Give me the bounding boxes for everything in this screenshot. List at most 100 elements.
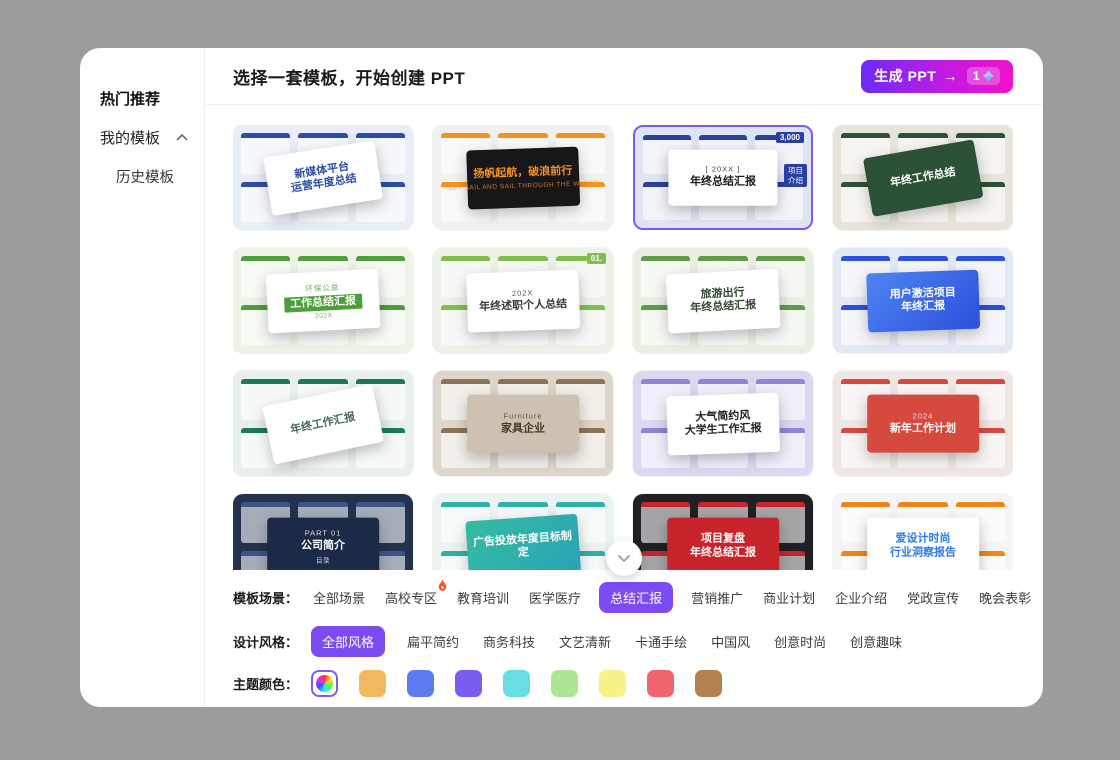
filter-chip-label: 商务科技 (483, 635, 535, 650)
template-cover: 旅游出行 年终总结汇报 (666, 268, 781, 333)
desktop-background: 热门推荐 我的模板 历史模板 选择一套模板，开始创建 PPT 生成 PPT → … (0, 0, 1120, 760)
sidebar-item-history-templates[interactable]: 历史模板 (80, 162, 204, 190)
template-title: 项目复盘 年终总结汇报 (690, 533, 756, 561)
template-grid-clip: 新媒体平台 运营年度总结 扬帆起航，破浪前行 SET SAIL AND SAIL… (233, 125, 1013, 570)
template-card-6[interactable]: 01. 202X 年终述职个人总结 (433, 248, 613, 353)
color-swatch-green[interactable] (551, 670, 578, 697)
template-grid: 新媒体平台 运营年度总结 扬帆起航，破浪前行 SET SAIL AND SAIL… (233, 125, 1013, 570)
scene-chip-4[interactable]: 医学医疗 (527, 582, 583, 613)
scene-chip-2[interactable]: 高校专区 (383, 582, 439, 613)
template-card-9[interactable]: 年终工作汇报 (233, 371, 413, 476)
template-card-5[interactable]: 环保公益 工作总结汇报 202X (233, 248, 413, 353)
color-swatch-cyan[interactable] (503, 670, 530, 697)
scene-chip-9[interactable]: 党政宣传 (905, 582, 961, 613)
generate-ppt-button[interactable]: 生成 PPT → 1 (861, 60, 1013, 93)
scene-chip-10[interactable]: 晚会表彰 (977, 582, 1033, 613)
template-card-2[interactable]: 扬帆起航，破浪前行 SET SAIL AND SAIL THROUGH THE … (433, 125, 613, 230)
color-swatch-list (311, 670, 722, 697)
style-chip-3[interactable]: 商务科技 (481, 626, 537, 657)
style-chip-4[interactable]: 文艺清新 (557, 626, 613, 657)
style-chip-6[interactable]: 中国风 (709, 626, 752, 657)
main-panel: 选择一套模板，开始创建 PPT 生成 PPT → 1 (205, 48, 1043, 707)
style-chip-5[interactable]: 卡通手绘 (633, 626, 689, 657)
template-cover: 项目复盘 年终总结汇报 (667, 517, 779, 570)
filter-chip-label: 商业计划 (763, 591, 815, 606)
filters-section: 模板场景： 全部场景 高校专区 教育培训 医学医疗 总结汇报 营销推广 商业计划… (205, 570, 1043, 710)
sidebar-item-hot-recommend[interactable]: 热门推荐 (80, 84, 204, 112)
template-card-4[interactable]: 年终工作总结 (833, 125, 1013, 230)
style-chip-2[interactable]: 扁平简约 (405, 626, 461, 657)
template-title: 大气简约风 大学生工作汇报 (684, 408, 762, 438)
sidebar: 热门推荐 我的模板 历史模板 (80, 48, 205, 707)
scene-chip-5[interactable]: 总结汇报 (599, 582, 673, 613)
template-title: 家具企业 (501, 422, 545, 436)
credit-badge: 1 (967, 67, 1000, 85)
template-card-14[interactable]: 广告投放年度目标制定 (433, 494, 613, 570)
scene-chip-6[interactable]: 营销推广 (689, 582, 745, 613)
template-title: 新年工作计划 (890, 422, 956, 436)
style-chip-7[interactable]: 创意时尚 (772, 626, 828, 657)
template-title: 用户激活项目 年终汇报 (890, 286, 957, 316)
style-chip-8[interactable]: 创意趣味 (848, 626, 904, 657)
template-title: 公司简介 (301, 539, 345, 553)
filter-chip-label: 医学医疗 (529, 591, 581, 606)
color-swatch-purple[interactable] (455, 670, 482, 697)
template-cover: 广告投放年度目标制定 (465, 513, 580, 570)
scene-chip-1[interactable]: 全部场景 (311, 582, 367, 613)
template-card-1[interactable]: 新媒体平台 运营年度总结 (233, 125, 413, 230)
color-swatch-yellow[interactable] (599, 670, 626, 697)
template-cover: PART 01 公司简介 目录 (267, 517, 379, 570)
style-filter-label: 设计风格： (233, 632, 311, 651)
template-card-12[interactable]: 2024 新年工作计划 (833, 371, 1013, 476)
template-card-3[interactable]: 3,000 项目介绍 [ 20XX ] 年终总结汇报 (633, 125, 813, 230)
scene-chip-7[interactable]: 商业计划 (761, 582, 817, 613)
template-title: 广告投放年度目标制定 (472, 529, 573, 563)
template-title: 爱设计时尚 行业洞察报告 (890, 533, 956, 561)
sidebar-item-my-templates[interactable]: 我的模板 (80, 123, 204, 151)
filter-chip-label: 创意时尚 (774, 635, 826, 650)
load-more-button[interactable] (606, 540, 642, 576)
template-card-7[interactable]: 旅游出行 年终总结汇报 (633, 248, 813, 353)
template-cover: 环保公益 工作总结汇报 202X (266, 268, 381, 333)
template-cover: 扬帆起航，破浪前行 SET SAIL AND SAIL THROUGH THE … (466, 146, 580, 209)
template-title: 年终述职个人总结 (479, 298, 567, 315)
generate-label: 生成 PPT (874, 66, 936, 86)
filter-row-scene: 模板场景： 全部场景 高校专区 教育培训 医学医疗 总结汇报 营销推广 商业计划… (233, 582, 1013, 613)
color-swatch-red[interactable] (647, 670, 674, 697)
scene-chip-3[interactable]: 教育培训 (455, 582, 511, 613)
chevron-up-icon (176, 133, 188, 141)
template-card-15[interactable]: 项目复盘 年终总结汇报 (633, 494, 813, 570)
scene-chip-list: 全部场景 高校专区 教育培训 医学医疗 总结汇报 营销推广 商业计划 企业介绍 … (311, 582, 1033, 613)
gem-icon (983, 70, 994, 82)
template-card-10[interactable]: Furniture 家具企业 (433, 371, 613, 476)
header: 选择一套模板，开始创建 PPT 生成 PPT → 1 (205, 48, 1043, 105)
chevron-down-icon (617, 554, 631, 563)
template-subtitle: PART 01 (305, 528, 342, 537)
style-chip-1[interactable]: 全部风格 (311, 626, 385, 657)
template-card-16[interactable]: 爱设计时尚 行业洞察报告 (833, 494, 1013, 570)
color-swatch-brown[interactable] (695, 670, 722, 697)
template-card-13[interactable]: PART 01 公司简介 目录 (233, 494, 413, 570)
color-swatch-orange[interactable] (359, 670, 386, 697)
filter-chip-label: 中国风 (711, 635, 750, 650)
filter-chip-label: 卡通手绘 (635, 635, 687, 650)
template-picker-window: 热门推荐 我的模板 历史模板 选择一套模板，开始创建 PPT 生成 PPT → … (80, 48, 1043, 707)
template-extra-text: 目录 (316, 555, 330, 565)
template-cover: 202X 年终述职个人总结 (466, 269, 580, 332)
filter-chip-label: 扁平简约 (407, 635, 459, 650)
template-cover: 用户激活项目 年终汇报 (866, 269, 980, 332)
template-subtitle: Furniture (503, 411, 542, 420)
filter-chip-label: 教育培训 (457, 591, 509, 606)
filter-chip-label: 总结汇报 (610, 591, 662, 606)
template-card-11[interactable]: 大气简约风 大学生工作汇报 (633, 371, 813, 476)
scene-chip-8[interactable]: 企业介绍 (833, 582, 889, 613)
template-cover: 大气简约风 大学生工作汇报 (666, 392, 780, 455)
filter-chip-label: 党政宣传 (907, 591, 959, 606)
template-card-8[interactable]: 用户激活项目 年终汇报 (833, 248, 1013, 353)
filter-chip-label: 营销推广 (691, 591, 743, 606)
template-subtitle: 202X (512, 288, 534, 298)
filter-chip-label: 创意趣味 (850, 635, 902, 650)
color-swatch-blue[interactable] (407, 670, 434, 697)
filter-row-color: 主题颜色： (233, 670, 1013, 697)
color-swatch-all-colors[interactable] (311, 670, 338, 697)
